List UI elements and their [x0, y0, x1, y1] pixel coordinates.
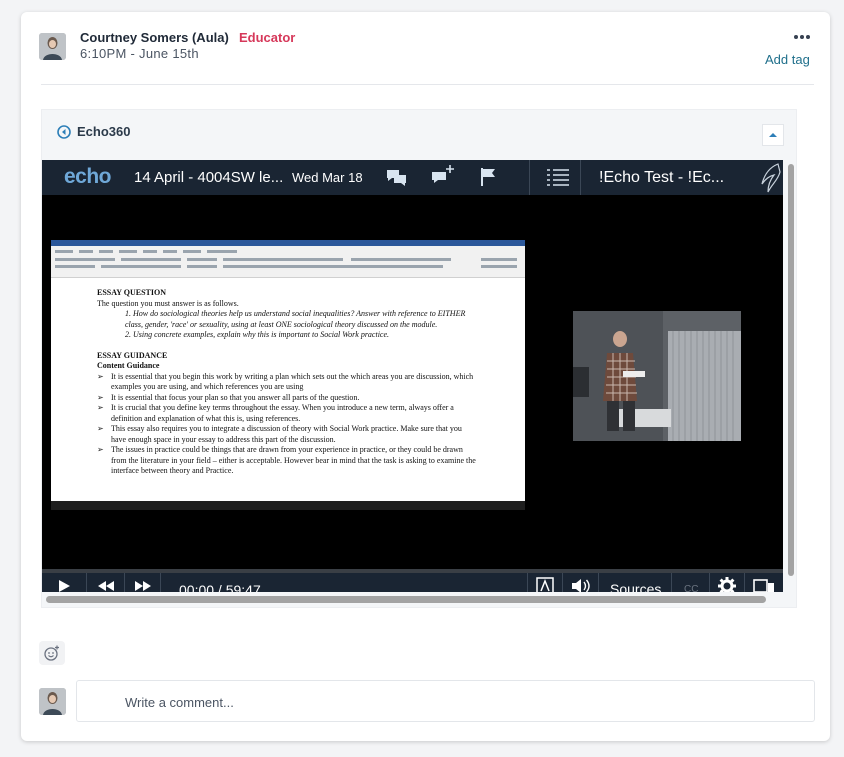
- accessibility-button[interactable]: [527, 573, 563, 592]
- toolbar-separator: [580, 160, 581, 195]
- document-text: ESSAY QUESTION The question you must ans…: [97, 288, 477, 477]
- discussion-icon[interactable]: [385, 166, 409, 188]
- list-icon[interactable]: [547, 169, 569, 186]
- fast-forward-icon: [134, 580, 151, 591]
- rewind-button[interactable]: [87, 573, 125, 592]
- rewind-icon: [97, 580, 114, 591]
- add-tag-link[interactable]: Add tag: [765, 52, 810, 67]
- header-divider: [41, 84, 814, 85]
- play-button[interactable]: [42, 573, 87, 592]
- word-ribbon: [51, 240, 525, 278]
- doc-bullet: The issues in practice could be things t…: [97, 445, 477, 477]
- add-question-icon[interactable]: [430, 163, 456, 187]
- video-player[interactable]: echo 14 April - 4004SW le... Wed Mar 18 …: [42, 160, 783, 592]
- collapse-button[interactable]: [762, 124, 784, 146]
- doc-bullet: It is crucial that you define key terms …: [97, 403, 477, 424]
- closed-captions-button[interactable]: CC: [684, 584, 698, 592]
- chevron-up-icon: [769, 133, 777, 137]
- comment-box: [76, 680, 815, 722]
- ribbon-toolbar-icon: [55, 250, 517, 268]
- post-timestamp: 6:10PM - June 15th: [80, 46, 199, 61]
- fast-forward-button[interactable]: [125, 573, 161, 592]
- screen-capture: ESSAY QUESTION The question you must ans…: [51, 240, 525, 510]
- accessibility-icon: [536, 576, 554, 592]
- timecode: 00:00 / 59:47: [179, 582, 261, 592]
- doc-bullet: This essay also requires you to integrat…: [97, 424, 477, 445]
- echo360-logo-icon: [57, 124, 71, 139]
- volume-icon: [571, 578, 590, 592]
- doc-heading: ESSAY GUIDANCE: [97, 350, 168, 360]
- layout-icon: [753, 578, 774, 592]
- doc-question: 2. Using concrete examples, explain why …: [125, 330, 390, 339]
- layout-button[interactable]: [745, 573, 783, 592]
- course-title[interactable]: !Echo Test - !Ec...: [599, 169, 724, 187]
- windows-taskbar: [51, 501, 525, 510]
- gear-icon: [718, 576, 736, 592]
- author-avatar[interactable]: [39, 33, 66, 60]
- doc-subheading: Content Guidance: [97, 361, 160, 370]
- sources-button[interactable]: Sources: [610, 581, 661, 592]
- author-name[interactable]: Courtney Somers (Aula): [80, 30, 229, 45]
- more-dots-icon[interactable]: [794, 32, 810, 42]
- add-reaction-button[interactable]: [39, 641, 65, 665]
- role-badge: Educator: [239, 30, 296, 45]
- post-card: Courtney Somers (Aula) Educator 6:10PM -…: [21, 12, 830, 741]
- echo360-embed: Echo360 echo 14 April - 4004SW le... Wed…: [41, 109, 797, 608]
- toolbar-separator: [529, 160, 530, 195]
- controls-separator: [671, 573, 672, 592]
- doc-question: 1. How do sociological theories help us …: [125, 309, 466, 329]
- lecture-title[interactable]: 14 April - 4004SW le...: [134, 169, 283, 186]
- player-controls: 00:00 / 59:47 Sources CC: [42, 573, 783, 592]
- settings-button[interactable]: [709, 573, 745, 592]
- comment-input[interactable]: [125, 692, 725, 712]
- doc-bullet: It is essential that focus your plan so …: [97, 393, 477, 404]
- bird-logo-icon: [761, 163, 781, 193]
- horizontal-scrollbar[interactable]: [42, 594, 783, 604]
- current-user-avatar: [39, 688, 66, 715]
- vertical-scrollbar[interactable]: [787, 160, 795, 580]
- smiley-add-icon: [44, 645, 59, 661]
- presenter-image-icon: [573, 311, 741, 441]
- play-icon: [59, 579, 70, 592]
- volume-button[interactable]: [563, 573, 599, 592]
- echo-logo: echo: [64, 165, 112, 188]
- camera-feed: [573, 311, 741, 441]
- player-topbar: echo 14 April - 4004SW le... Wed Mar 18 …: [42, 160, 783, 195]
- lecture-date: Wed Mar 18: [292, 170, 363, 185]
- flag-icon[interactable]: [479, 166, 499, 188]
- embed-provider: Echo360: [77, 124, 131, 139]
- embed-title: Echo360: [57, 124, 130, 139]
- doc-bullet: It is essential that you begin this work…: [97, 372, 477, 393]
- doc-heading: ESSAY QUESTION: [97, 288, 166, 297]
- doc-paragraph: The question you must answer is as follo…: [97, 298, 239, 308]
